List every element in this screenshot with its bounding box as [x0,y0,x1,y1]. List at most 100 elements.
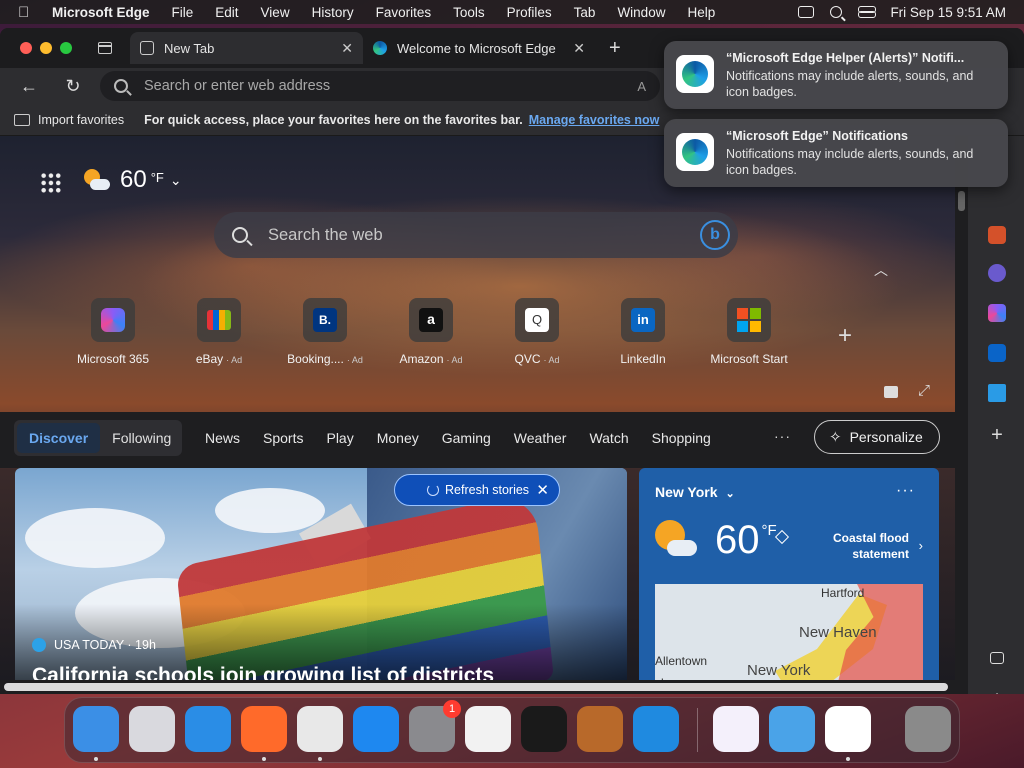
close-window-button[interactable] [20,42,32,54]
bing-chat-icon[interactable]: b [700,220,730,250]
quick-link-linkedin[interactable]: in LinkedIn [590,298,696,366]
menu-window[interactable]: Window [617,5,665,20]
menu-favorites[interactable]: Favorites [376,5,432,20]
chrome-icon[interactable] [297,706,343,752]
tab-actions-icon[interactable] [98,42,112,54]
running-indicator [318,757,322,761]
weather-alert[interactable]: Coastal flood statement [774,529,909,562]
category-money[interactable]: Money [377,430,419,446]
safari-icon[interactable] [185,706,231,752]
horizontal-scrollbar[interactable] [0,680,955,694]
page-settings-icon[interactable] [884,386,898,398]
add-sidebar-app-icon[interactable]: + [988,425,1006,445]
menu-profiles[interactable]: Profiles [507,5,552,20]
menu-history[interactable]: History [312,5,354,20]
hide-sidebar-icon[interactable] [990,652,1004,664]
menu-edit[interactable]: Edit [215,5,238,20]
tools-icon[interactable] [988,226,1006,244]
vscode-icon[interactable] [633,706,679,752]
quick-link-booking[interactable]: B. Booking.... · Ad [272,298,378,366]
tab-discover[interactable]: Discover [17,423,101,453]
refresh-icon[interactable]: ↻ [58,76,88,97]
add-shortcut-button[interactable]: + [838,322,852,350]
control-center-icon[interactable] [858,6,877,18]
notification-edge-helper[interactable]: “Microsoft Edge Helper (Alerts)” Notifi.… [664,41,1008,109]
edge-icon[interactable] [825,706,871,752]
menu-clock[interactable]: Fri Sep 15 9:51 AM [890,5,1006,20]
outlook-icon[interactable] [988,344,1006,362]
quick-links: Microsoft 365 eBay · Ad B. Booking.... · A… [60,298,802,366]
category-shopping[interactable]: Shopping [652,430,711,446]
address-input[interactable]: Search or enter web address A [100,71,660,101]
finder-icon[interactable] [73,706,119,752]
tab-welcome[interactable]: Welcome to Microsoft Edge ✕ [363,32,595,64]
screen-mirroring-icon[interactable] [798,6,815,18]
vertical-scrollbar[interactable] [955,136,968,694]
close-tab-icon[interactable]: ✕ [341,40,353,57]
close-tab-icon[interactable]: ✕ [573,40,585,57]
chevron-right-icon[interactable]: › [919,538,923,553]
chevron-down-icon[interactable]: ⌄ [170,172,182,189]
firefox-icon[interactable] [241,706,287,752]
chevron-up-icon[interactable]: ︿ [874,260,888,280]
weather-map[interactable]: Hartford New Haven Allentown New York sb… [655,584,923,694]
refresh-stories-button[interactable]: Refresh stories ✕ [394,474,560,506]
menu-tab[interactable]: Tab [574,5,596,20]
apple-menu-icon[interactable]:  [18,4,34,21]
quick-link-qvc[interactable]: Q QVC · Ad [484,298,590,366]
textedit-icon[interactable] [465,706,511,752]
close-icon[interactable]: ✕ [536,481,549,499]
quick-link-ebay[interactable]: eBay · Ad [166,298,272,366]
personalize-button[interactable]: ✧ Personalize [814,420,940,454]
weather-widget[interactable]: 60 °F ⌄ [84,166,182,194]
web-search-input[interactable]: Search the web b [214,212,738,258]
story-source[interactable]: USA TODAY · 19h [32,638,156,652]
system-settings-icon[interactable]: 1 [409,700,461,752]
quick-link-amazon[interactable]: a Amazon · Ad [378,298,484,366]
app-launcher-icon[interactable] [40,172,62,194]
notification-edge[interactable]: “Microsoft Edge” Notifications Notificat… [664,119,1008,187]
more-options-icon[interactable]: ··· [896,482,915,500]
microsoft-365-icon[interactable] [988,304,1006,322]
trash-icon[interactable] [905,706,951,752]
scrollbar-thumb[interactable] [958,191,965,211]
category-gaming[interactable]: Gaming [442,430,491,446]
settings-gear-icon[interactable]: ⚙ [988,692,1006,694]
menu-file[interactable]: File [172,5,194,20]
back-arrow-icon[interactable]: ← [14,76,44,97]
drop-icon[interactable] [988,384,1006,402]
terminal-icon[interactable] [521,706,567,752]
category-weather[interactable]: Weather [514,430,567,446]
category-watch[interactable]: Watch [589,430,628,446]
games-icon[interactable] [988,264,1006,282]
weather-app-icon[interactable] [769,706,815,752]
scrollbar-thumb[interactable] [4,683,948,691]
app-store-icon[interactable] [353,706,399,752]
menu-tools[interactable]: Tools [453,5,485,20]
weather-card[interactable]: New York ⌄ ··· 60 °F Coastal flood statem… [639,468,939,694]
import-favorites-button[interactable]: Import favorites [38,113,124,127]
zoom-window-button[interactable] [60,42,72,54]
manage-favorites-link[interactable]: Manage favorites now [529,113,660,127]
expand-icon[interactable]: ⤢ [918,382,930,399]
category-news[interactable]: News [205,430,240,446]
minimize-window-button[interactable] [40,42,52,54]
visual-studio-icon[interactable] [713,706,759,752]
quick-link-microsoft-365[interactable]: Microsoft 365 [60,298,166,366]
read-aloud-icon[interactable]: A [637,79,646,94]
tab-following[interactable]: Following [112,430,171,446]
spotlight-search-icon[interactable] [830,6,843,18]
category-sports[interactable]: Sports [263,430,303,446]
tab-new-tab[interactable]: New Tab ✕ [130,32,363,64]
menu-help[interactable]: Help [687,5,715,20]
menu-app-name[interactable]: Microsoft Edge [52,5,150,20]
new-tab-button[interactable]: + [609,37,621,60]
quick-link-microsoft-start[interactable]: Microsoft Start [696,298,802,366]
weather-location[interactable]: New York ⌄ [655,484,735,500]
garageband-icon[interactable] [577,706,623,752]
launchpad-icon[interactable] [129,706,175,752]
more-options-icon[interactable]: ··· [774,428,791,444]
menu-view[interactable]: View [261,5,290,20]
category-play[interactable]: Play [326,430,353,446]
label-text: QVC [514,352,541,366]
